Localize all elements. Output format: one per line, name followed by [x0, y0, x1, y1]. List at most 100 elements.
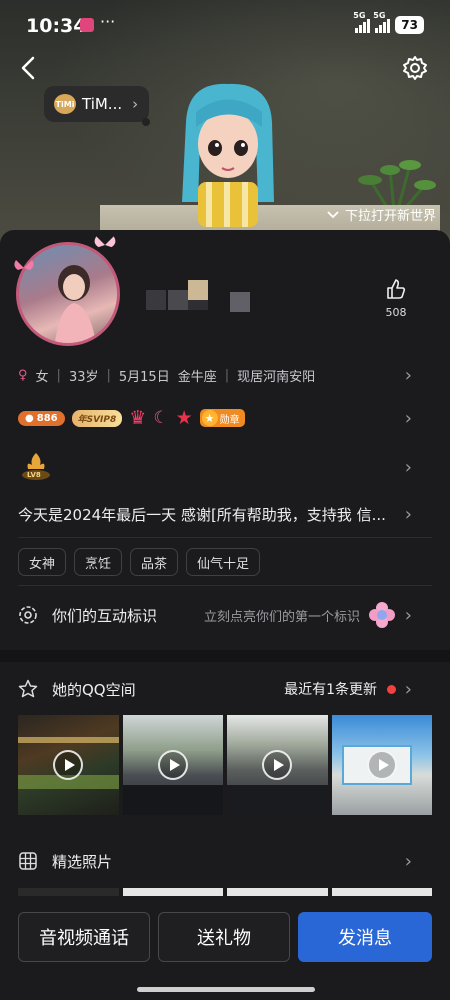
- chevron-right-icon: ›: [404, 503, 412, 525]
- divider: |: [224, 367, 230, 383]
- butterfly-decoration-2: [94, 236, 116, 248]
- photo-thumbnail[interactable]: [122, 888, 223, 896]
- bottom-action-bar: 音视频通话 送礼物 发消息: [0, 896, 450, 1000]
- medal-label: 勋章: [219, 414, 240, 426]
- medal-badge: ★ 勋章: [199, 409, 245, 427]
- level-badge-icon: LV8: [18, 449, 54, 485]
- basic-info-row[interactable]: ♀ 女 | 33岁 | 5月15日 金牛座 | 现居河南安阳 ›: [18, 363, 432, 387]
- cartoon-character-illustration: [182, 83, 274, 227]
- featured-photos-row[interactable]: 精选照片 ›: [18, 849, 432, 873]
- birthday: 5月15日: [118, 369, 170, 385]
- settings-gear-icon[interactable]: [402, 55, 428, 81]
- crown-icon: ♛: [129, 407, 147, 429]
- video-thumbnail[interactable]: [227, 715, 328, 815]
- star-icon: ★: [175, 407, 193, 429]
- like-button[interactable]: 508: [376, 278, 416, 319]
- divider: [18, 585, 432, 586]
- photo-previews: [18, 888, 432, 896]
- qzone-update: 最近有1条更新: [284, 679, 396, 699]
- status-bar: 10:34 ··· 5G 5G 73: [0, 0, 450, 50]
- chevron-down-icon: [327, 210, 339, 218]
- qzone-label: 她的QQ空间: [52, 680, 136, 699]
- photo-thumbnail[interactable]: [331, 888, 432, 896]
- thumbs-up-icon: [387, 279, 406, 299]
- flower-icon: [369, 602, 395, 628]
- pulldown-text: 下拉打开新世界: [344, 209, 436, 224]
- level-label: LV8: [27, 471, 41, 479]
- moon-icon: ☾: [153, 408, 169, 428]
- section-gap: [0, 650, 450, 662]
- svip-badge: 年SVIP8: [71, 409, 123, 427]
- butterfly-decoration: [14, 260, 34, 270]
- video-thumbnail[interactable]: [122, 715, 223, 815]
- star-outline-icon: [18, 679, 38, 698]
- interaction-hint: 立刻点亮你们的第一个标识: [204, 601, 396, 629]
- interaction-label: 你们的互动标识: [52, 606, 158, 625]
- play-icon: [157, 750, 188, 780]
- tags-row: 女神 烹饪 品茶 仙气十足: [18, 548, 432, 576]
- status-indicators: 5G 5G 73: [353, 11, 424, 34]
- flame-crown-icon: [22, 453, 50, 480]
- nickname-masked: [146, 270, 256, 315]
- qzone-thumbnails: [18, 715, 432, 815]
- location: 现居河南安阳: [237, 369, 316, 385]
- like-count: 508: [385, 306, 407, 319]
- chevron-right-icon: ›: [404, 456, 412, 478]
- interaction-mark-row[interactable]: 你们的互动标识 立刻点亮你们的第一个标识 ›: [18, 601, 432, 629]
- interaction-hint-text: 立刻点亮你们的第一个标识: [203, 609, 360, 625]
- status-time: 10:34: [26, 15, 87, 37]
- play-icon: [366, 750, 397, 780]
- chevron-right-icon: ›: [404, 364, 412, 386]
- signature-text: 今天是2024年最后一天 感谢[所有帮助我，支持我 信...: [18, 505, 386, 524]
- new-update-dot: [387, 684, 396, 694]
- tim-logo: TiMi: [54, 94, 76, 114]
- zodiac: 金牛座: [177, 369, 217, 385]
- bubble-tail: [142, 118, 150, 126]
- age: 33岁: [68, 369, 99, 385]
- tag-goddess[interactable]: 女神: [18, 548, 67, 576]
- tag-tea[interactable]: 品茶: [130, 548, 179, 576]
- badges-row[interactable]: ● 886 年SVIP8 ♛ ☾ ★ ★ 勋章 ›: [18, 405, 432, 431]
- photos-label: 精选照片: [52, 852, 113, 871]
- tag-cooking[interactable]: 烹饪: [74, 548, 123, 576]
- female-gender-icon: ♀: [18, 367, 28, 383]
- qzone-row[interactable]: 她的QQ空间 最近有1条更新 ›: [18, 677, 432, 701]
- divider: |: [106, 367, 111, 383]
- video-call-button[interactable]: 音视频通话: [18, 912, 150, 962]
- chevron-right-icon: ›: [404, 407, 412, 429]
- photo-thumbnail[interactable]: [18, 888, 119, 896]
- tim-status-bubble[interactable]: TiMi TiM... ›: [44, 86, 149, 122]
- qzone-update-text: 最近有1条更新: [284, 682, 377, 698]
- send-gift-button[interactable]: 送礼物: [158, 912, 290, 962]
- network-type-label-2: 5G: [373, 11, 386, 20]
- level-row[interactable]: LV8 ›: [18, 448, 432, 486]
- coin-badge: ● 886: [18, 410, 65, 426]
- divider: |: [56, 367, 61, 383]
- more-notifications-icon: ···: [100, 12, 116, 31]
- signal-icon: 5G: [353, 11, 371, 33]
- tim-label: TiM...: [82, 95, 123, 113]
- tag-fairy[interactable]: 仙气十足: [186, 548, 261, 576]
- divider: [18, 537, 432, 538]
- video-thumbnail[interactable]: [18, 715, 119, 815]
- video-thumbnail[interactable]: [331, 715, 432, 815]
- play-icon: [262, 750, 293, 780]
- grid-icon: [19, 852, 37, 870]
- battery-icon: 73: [395, 16, 424, 34]
- medal-star-icon: ★: [201, 410, 218, 426]
- chevron-right-icon: ›: [404, 850, 412, 872]
- interaction-gear-icon: [19, 606, 37, 624]
- send-message-button[interactable]: 发消息: [298, 912, 432, 962]
- pulldown-hint[interactable]: 下拉打开新世界: [327, 205, 436, 224]
- notification-app-icon: [80, 18, 94, 32]
- back-button[interactable]: [14, 53, 44, 83]
- photo-thumbnail[interactable]: [227, 888, 328, 896]
- chevron-right-icon: ›: [132, 95, 139, 113]
- signal-icon-2: 5G: [373, 11, 391, 33]
- avatar[interactable]: [12, 236, 127, 346]
- coin-value: 886: [36, 412, 58, 424]
- chevron-right-icon: ›: [404, 604, 412, 626]
- home-indicator[interactable]: [137, 987, 315, 992]
- gender: 女: [35, 369, 49, 385]
- signature-row[interactable]: 今天是2024年最后一天 感谢[所有帮助我，支持我 信... ›: [18, 502, 432, 526]
